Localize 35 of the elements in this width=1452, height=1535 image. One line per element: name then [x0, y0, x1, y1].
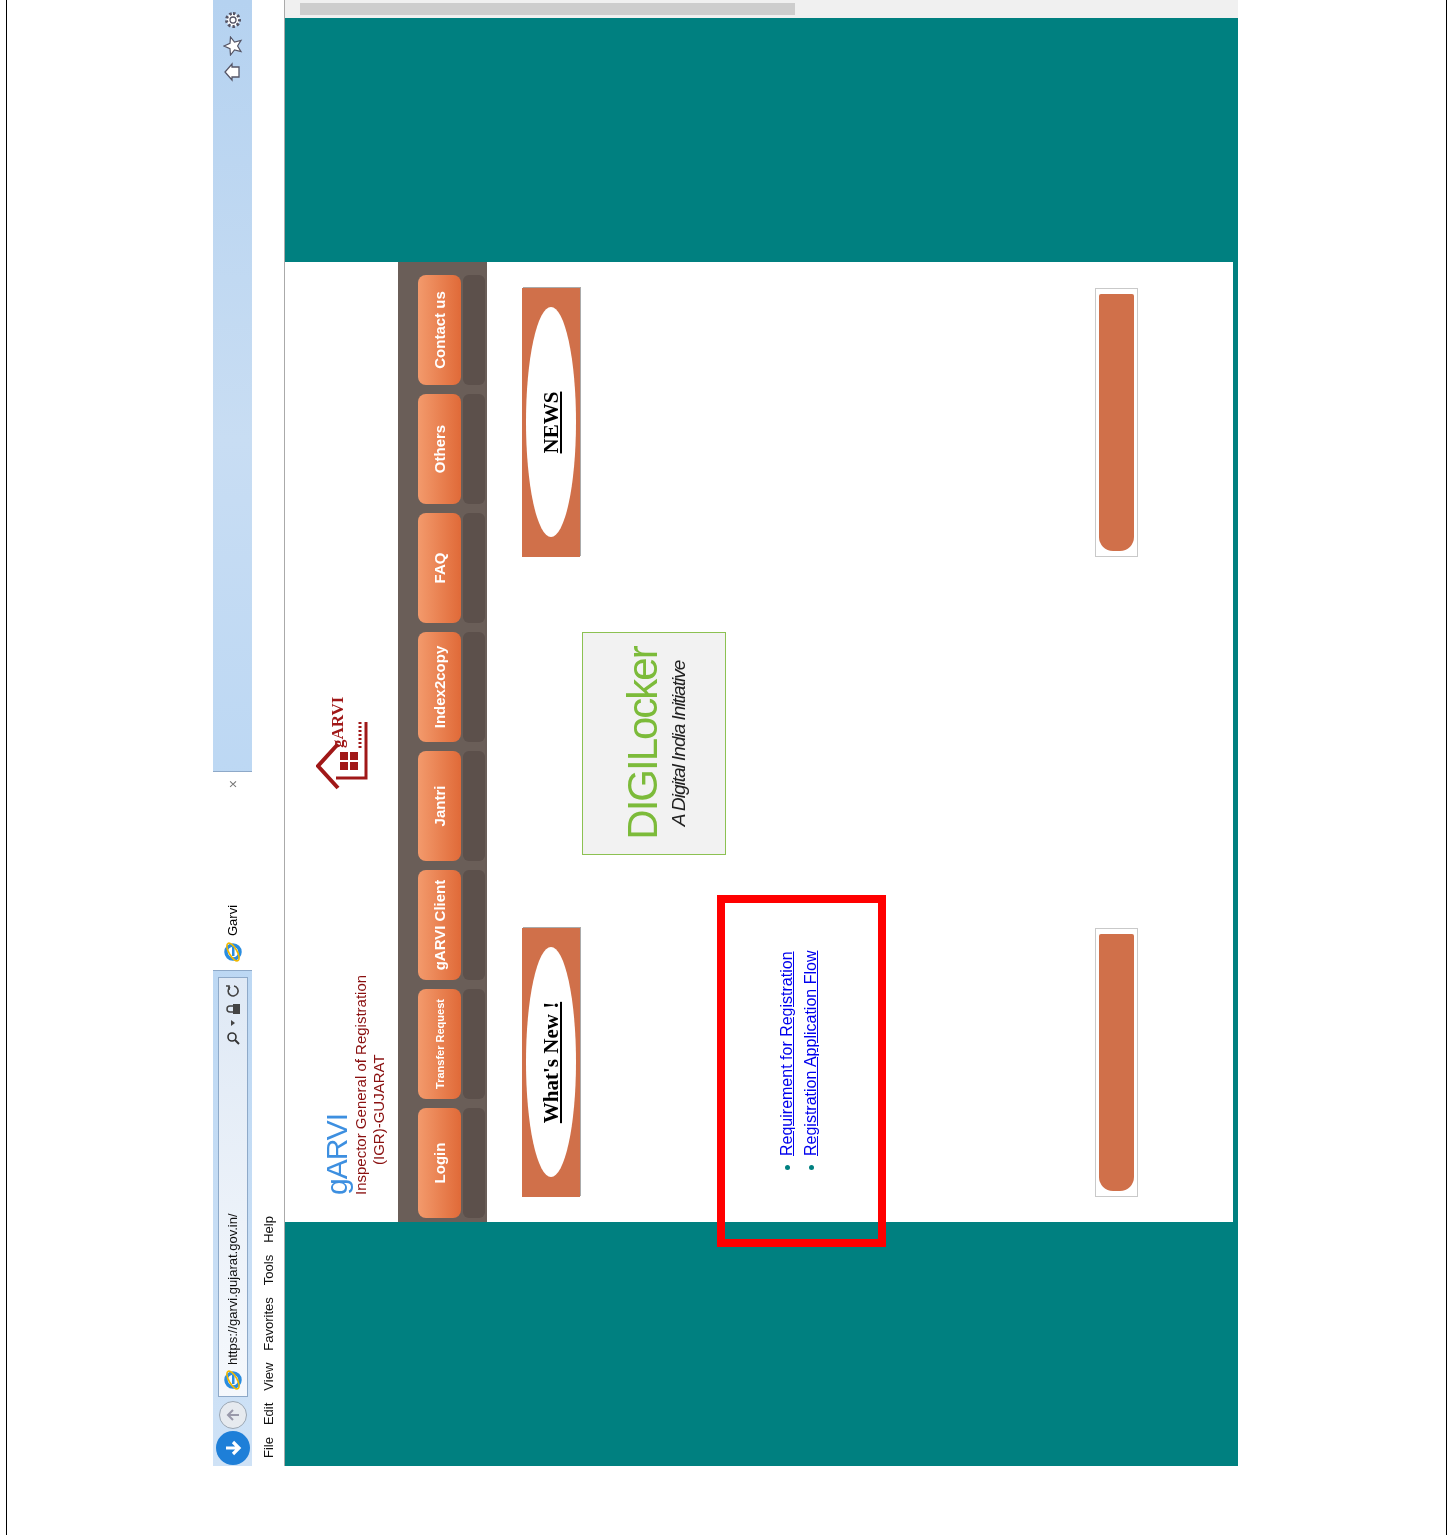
refresh-icon[interactable] [225, 984, 240, 998]
banner-tagline: A Digital India Initiative [668, 660, 690, 827]
link[interactable]: Registration Application Flow [802, 950, 819, 1156]
menu-item[interactable]: Edit [260, 1402, 276, 1426]
menu-item[interactable]: Tools [260, 1254, 276, 1286]
site-name: gARVI [322, 1112, 352, 1195]
logo-text: gARVI [328, 696, 348, 748]
menu-item[interactable]: View [260, 1362, 276, 1391]
organization-name: (IGR)-GUJARAT [370, 1053, 388, 1167]
digilocker-banner[interactable]: DIGILocker A Digital India Initiative [582, 632, 726, 855]
organization-name: Inspector General of Registration [352, 973, 370, 1195]
arrow-icon [224, 1407, 241, 1423]
banner-title: DIGILocker [618, 647, 667, 840]
address-bar[interactable]: https://garvi.gujarat.gov.in/ [217, 977, 248, 1397]
menu-item[interactable]: Help [260, 1216, 276, 1243]
link[interactable]: Requirement for Registration [778, 951, 795, 1156]
search-icon[interactable] [225, 1031, 240, 1045]
browser-logo-icon [222, 1370, 243, 1390]
panel-title: NEWS [538, 391, 564, 454]
bullet-icon [785, 1165, 790, 1170]
menu-item[interactable]: Favorites [260, 1297, 276, 1351]
back-button[interactable] [215, 1431, 250, 1465]
lock-icon[interactable] [225, 1003, 240, 1015]
url-text: https://garvi.gujarat.gov.in/ [225, 1212, 240, 1365]
browser-tab[interactable]: Garvi × [213, 771, 252, 971]
close-tab-button[interactable]: × [224, 780, 241, 789]
panel-title: What's New ! [538, 1001, 564, 1124]
star-icon[interactable] [222, 36, 243, 56]
caret-icon[interactable] [229, 1020, 236, 1026]
settings-icon[interactable] [222, 10, 243, 30]
bullet-icon [809, 1165, 814, 1170]
tab-title: Garvi [225, 903, 240, 936]
scrollbar[interactable] [285, 0, 1238, 18]
menu-item[interactable]: File [260, 1437, 276, 1458]
browser-logo-icon [222, 942, 243, 962]
